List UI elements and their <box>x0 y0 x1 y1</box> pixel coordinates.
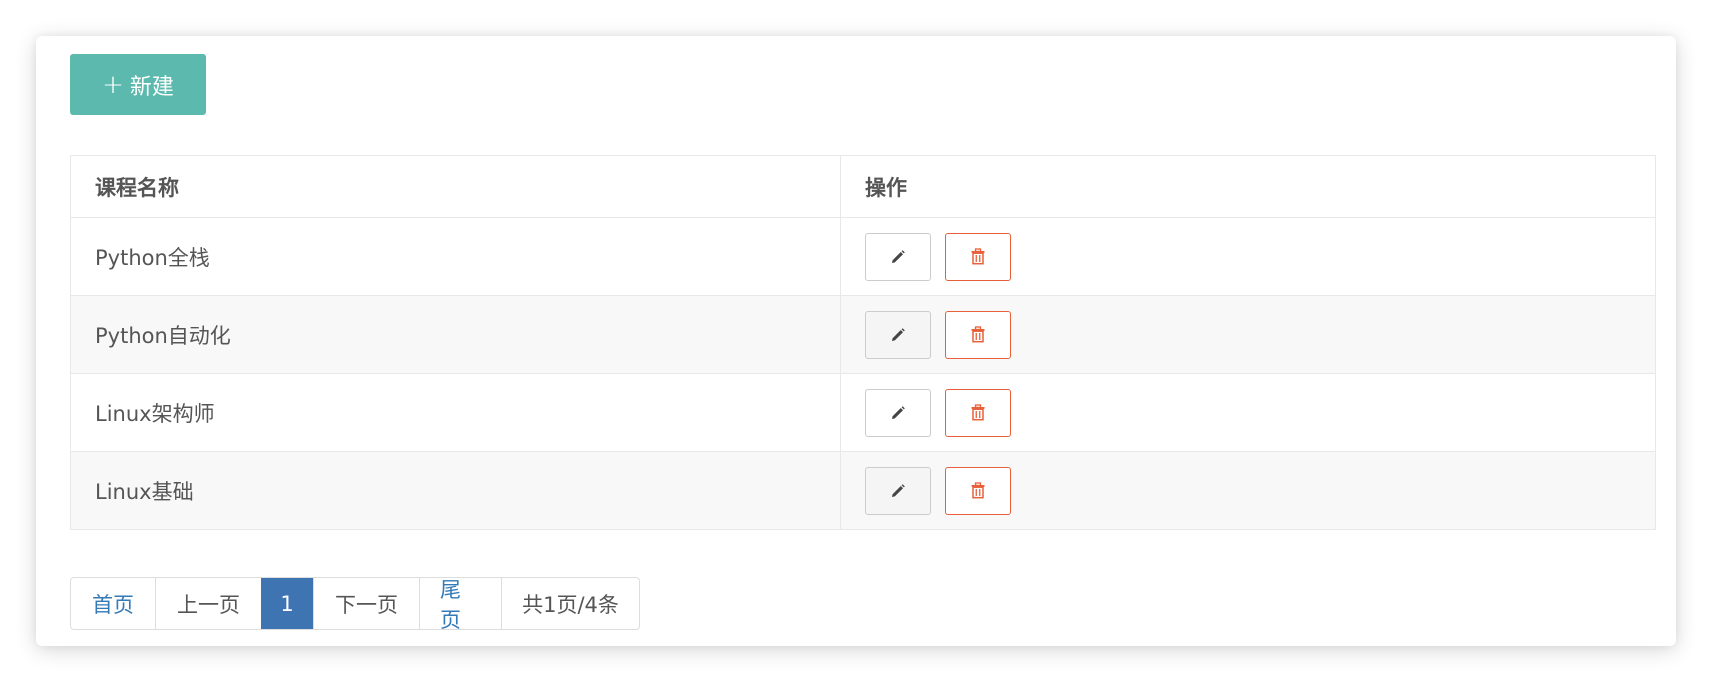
actions-cell <box>840 373 1656 452</box>
table-row: Linux基础 <box>70 451 1656 530</box>
table-row: Linux架构师 <box>70 373 1656 452</box>
table-row: Python自动化 <box>70 295 1656 374</box>
delete-button[interactable] <box>945 232 1011 281</box>
pencil-icon <box>892 327 905 341</box>
trash-icon <box>971 482 985 499</box>
course-name-cell: Linux架构师 <box>70 373 841 452</box>
new-course-label: 新建 <box>129 74 174 100</box>
delete-button[interactable] <box>945 310 1011 359</box>
page-summary: 共1页/4条 <box>501 578 639 629</box>
trash-icon <box>971 248 985 265</box>
course-name-cell: Linux基础 <box>70 451 841 530</box>
current-page[interactable]: 1 <box>261 578 313 629</box>
column-header-actions: 操作 <box>840 155 1656 218</box>
delete-button[interactable] <box>945 388 1011 437</box>
column-header-course-name: 课程名称 <box>70 155 841 218</box>
trash-icon <box>971 404 985 421</box>
delete-button[interactable] <box>945 466 1011 515</box>
edit-button[interactable] <box>865 466 931 515</box>
actions-cell <box>840 451 1656 530</box>
course-name-cell: Python自动化 <box>70 295 841 374</box>
pencil-icon <box>892 483 905 497</box>
table-header-row: 课程名称 操作 <box>70 155 1656 218</box>
course-name-cell: Python全栈 <box>70 217 841 296</box>
pencil-icon <box>892 249 905 263</box>
actions-cell <box>840 295 1656 374</box>
trash-icon <box>971 326 985 343</box>
first-page-link[interactable]: 首页 <box>71 578 155 629</box>
new-course-button[interactable]: + 新建 <box>70 54 206 115</box>
actions-cell <box>840 217 1656 296</box>
last-page-link[interactable]: 尾页 <box>419 578 501 629</box>
edit-button[interactable] <box>865 232 931 281</box>
plus-icon: + <box>102 69 124 100</box>
table-row: Python全栈 <box>70 217 1656 296</box>
prev-page-link[interactable]: 上一页 <box>155 578 261 629</box>
course-table: 课程名称 操作 Python全栈 Python自动化 Linux架构师 Linu… <box>70 155 1656 530</box>
pencil-icon <box>892 405 905 419</box>
edit-button[interactable] <box>865 388 931 437</box>
next-page-link[interactable]: 下一页 <box>313 578 419 629</box>
course-list-panel: + 新建 课程名称 操作 Python全栈 Python自动化 Linux架构师… <box>36 36 1676 646</box>
pagination: 首页 上一页 1 下一页 尾页 共1页/4条 <box>70 577 640 630</box>
edit-button[interactable] <box>865 310 931 359</box>
